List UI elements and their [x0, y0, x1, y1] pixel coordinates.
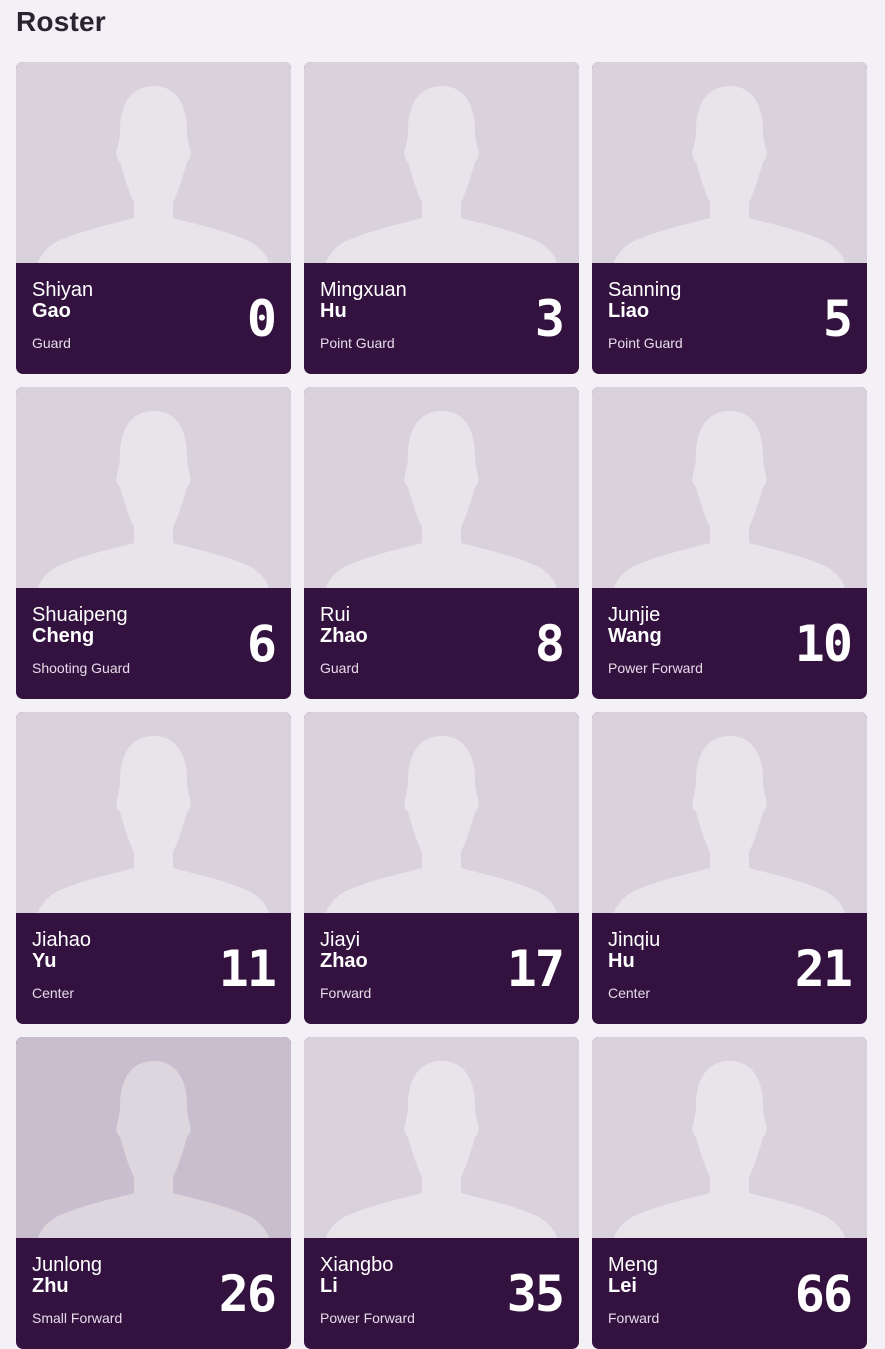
player-photo	[16, 1037, 291, 1238]
player-card[interactable]: Shiyan Gao Guard 0	[16, 62, 291, 374]
player-info: Xiangbo Li Power Forward 35	[304, 1238, 579, 1349]
jersey-number: 21	[794, 940, 853, 998]
jersey-number: 5	[822, 290, 853, 348]
person-silhouette-icon	[326, 86, 557, 263]
player-card[interactable]: Junlong Zhu Small Forward 26	[16, 1037, 291, 1349]
player-card[interactable]: Jinqiu Hu Center 21	[592, 712, 867, 1024]
player-card[interactable]: Shuaipeng Cheng Shooting Guard 6	[16, 387, 291, 699]
player-first-name: Shiyan	[32, 279, 94, 301]
player-info: Jinqiu Hu Center 21	[592, 913, 867, 1024]
jersey-number: 35	[506, 1265, 565, 1323]
player-info: Mingxuan Hu Point Guard 3	[304, 263, 579, 374]
player-first-name: Xiangbo	[320, 1254, 394, 1276]
player-first-name: Mingxuan	[320, 279, 407, 301]
player-first-name: Sanning	[608, 279, 682, 301]
player-card[interactable]: Xiangbo Li Power Forward 35	[304, 1037, 579, 1349]
player-info: Jiahao Yu Center 11	[16, 913, 291, 1024]
player-card[interactable]: Jiayi Zhao Forward 17	[304, 712, 579, 1024]
player-last-name: Zhu	[32, 1275, 69, 1297]
player-position: Center	[608, 985, 651, 1001]
player-last-name: Lei	[608, 1275, 637, 1297]
player-photo	[592, 1037, 867, 1238]
person-silhouette-icon	[614, 736, 845, 913]
player-first-name: Jiahao	[32, 929, 91, 951]
player-card[interactable]: Mingxuan Hu Point Guard 3	[304, 62, 579, 374]
page-title: Roster	[16, 6, 106, 37]
player-info: Shiyan Gao Guard 0	[16, 263, 291, 374]
player-info: Junjie Wang Power Forward 10	[592, 588, 867, 699]
player-first-name: Shuaipeng	[32, 604, 128, 626]
player-position: Guard	[32, 335, 71, 351]
player-position: Point Guard	[320, 335, 395, 351]
player-photo	[16, 712, 291, 913]
player-info: Meng Lei Forward 66	[592, 1238, 867, 1349]
player-position: Forward	[608, 1310, 660, 1326]
person-silhouette-icon	[614, 1061, 845, 1238]
player-position: Point Guard	[608, 335, 683, 351]
player-last-name: Zhao	[320, 950, 368, 972]
player-photo	[304, 712, 579, 913]
player-position: Forward	[320, 985, 372, 1001]
person-silhouette-icon	[614, 86, 845, 263]
player-info: Jiayi Zhao Forward 17	[304, 913, 579, 1024]
player-last-name: Gao	[32, 300, 71, 322]
jersey-number: 6	[246, 615, 277, 673]
player-info: Sanning Liao Point Guard 5	[592, 263, 867, 374]
player-first-name: Rui	[320, 604, 351, 626]
player-photo	[304, 387, 579, 588]
roster-grid: Shiyan Gao Guard 0 Mingxuan Hu Point Gua…	[16, 62, 867, 1349]
person-silhouette-icon	[326, 736, 557, 913]
person-silhouette-icon	[38, 736, 269, 913]
player-position: Shooting Guard	[32, 660, 131, 676]
player-last-name: Hu	[608, 950, 635, 972]
player-photo	[592, 62, 867, 263]
player-card[interactable]: Junjie Wang Power Forward 10	[592, 387, 867, 699]
person-silhouette-icon	[326, 411, 557, 588]
person-silhouette-icon	[38, 86, 269, 263]
jersey-number: 11	[218, 940, 277, 998]
jersey-number: 10	[794, 615, 853, 673]
player-photo	[16, 387, 291, 588]
jersey-number: 26	[218, 1265, 277, 1323]
player-last-name: Yu	[32, 950, 57, 972]
player-info: Shuaipeng Cheng Shooting Guard 6	[16, 588, 291, 699]
player-position: Power Forward	[320, 1310, 415, 1326]
player-first-name: Junjie	[608, 604, 661, 626]
player-last-name: Wang	[608, 625, 662, 647]
player-photo	[592, 387, 867, 588]
player-last-name: Li	[320, 1275, 338, 1297]
jersey-number: 3	[534, 290, 565, 348]
player-last-name: Cheng	[32, 625, 95, 647]
player-card[interactable]: Jiahao Yu Center 11	[16, 712, 291, 1024]
jersey-number: 66	[794, 1265, 853, 1323]
player-first-name: Jiayi	[320, 929, 361, 951]
player-first-name: Junlong	[32, 1254, 103, 1276]
jersey-number: 0	[246, 290, 277, 348]
player-photo	[592, 712, 867, 913]
player-position: Small Forward	[32, 1310, 123, 1326]
jersey-number: 17	[506, 940, 565, 998]
player-card[interactable]: Meng Lei Forward 66	[592, 1037, 867, 1349]
person-silhouette-icon	[326, 1061, 557, 1238]
player-photo	[16, 62, 291, 263]
player-position: Center	[32, 985, 75, 1001]
player-last-name: Liao	[608, 300, 650, 322]
player-photo	[304, 62, 579, 263]
person-silhouette-icon	[38, 1061, 269, 1238]
player-last-name: Zhao	[320, 625, 368, 647]
player-first-name: Meng	[608, 1254, 659, 1276]
player-first-name: Jinqiu	[608, 929, 661, 951]
person-silhouette-icon	[614, 411, 845, 588]
player-position: Guard	[320, 660, 359, 676]
player-card[interactable]: Rui Zhao Guard 8	[304, 387, 579, 699]
player-card[interactable]: Sanning Liao Point Guard 5	[592, 62, 867, 374]
player-position: Power Forward	[608, 660, 703, 676]
jersey-number: 8	[534, 615, 565, 673]
person-silhouette-icon	[38, 411, 269, 588]
player-info: Junlong Zhu Small Forward 26	[16, 1238, 291, 1349]
player-photo	[304, 1037, 579, 1238]
player-last-name: Hu	[320, 300, 347, 322]
player-info: Rui Zhao Guard 8	[304, 588, 579, 699]
